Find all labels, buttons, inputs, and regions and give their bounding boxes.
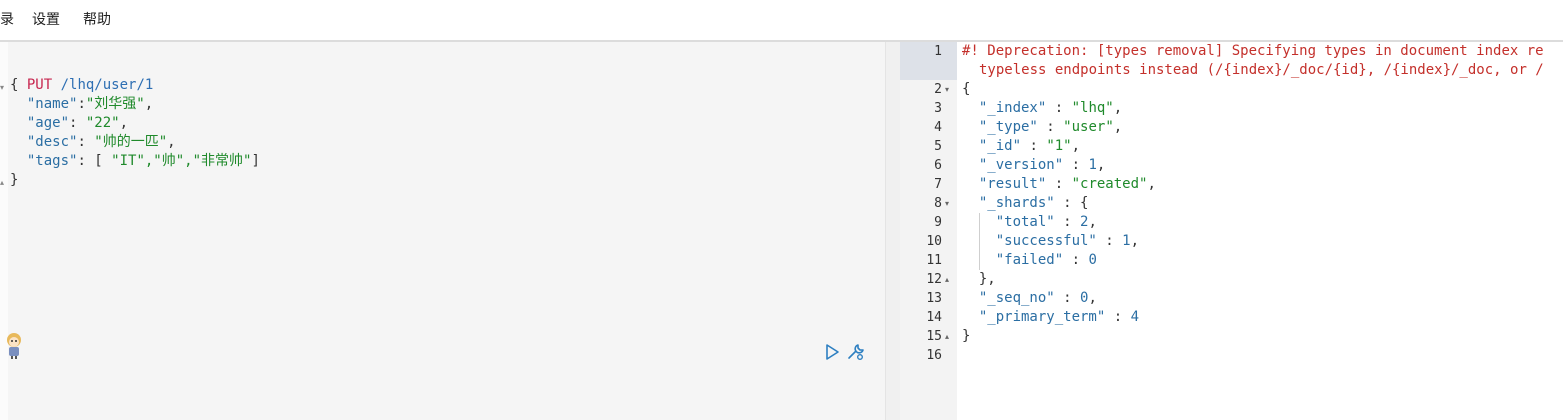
response-field: "failed" : 0	[995, 252, 1097, 268]
menu-item-settings[interactable]: 设置	[32, 10, 60, 30]
line-number: 3	[934, 101, 942, 116]
fold-toggle-icon[interactable]: ▾	[0, 78, 6, 97]
response-field: "_id" : "1",	[978, 138, 1081, 154]
request-field-name: "name":"刘华强",	[26, 96, 154, 112]
fold-end-icon[interactable]: ▴	[945, 327, 953, 346]
line-number: 6	[934, 158, 942, 173]
request-open-brace: {	[10, 77, 19, 93]
fold-toggle-icon[interactable]: ▾	[945, 194, 953, 213]
mascot-avatar	[3, 331, 25, 359]
line-number: 14	[926, 310, 942, 325]
request-path: /lhq/user/1	[60, 77, 154, 93]
response-field: "result" : "created",	[978, 176, 1156, 192]
request-close-brace: }	[10, 172, 19, 188]
line-number: 8	[934, 196, 942, 211]
line-number: 5	[934, 139, 942, 154]
response-field: "_seq_no" : 0,	[978, 290, 1097, 306]
request-field-age: "age": "22",	[26, 115, 129, 131]
line-number: 7	[934, 177, 942, 192]
response-field: "successful" : 1,	[995, 233, 1140, 249]
play-icon[interactable]	[822, 342, 842, 362]
wrench-icon[interactable]	[846, 342, 866, 362]
request-field-desc: "desc": "帅的一匹",	[26, 134, 176, 150]
response-open-brace: {	[962, 81, 971, 97]
line-number: 2	[934, 82, 942, 97]
line-number: 15	[926, 329, 942, 344]
deprecation-warning-cont: typeless endpoints instead (/{index}/_do…	[979, 62, 1544, 78]
line-number: 11	[926, 253, 942, 268]
request-line[interactable]: PUT /lhq/user/1	[10, 57, 153, 93]
menu-item-help[interactable]: 帮助	[83, 10, 111, 30]
pane-splitter[interactable]	[885, 42, 901, 420]
fold-end-icon[interactable]: ▴	[0, 173, 6, 192]
response-close-brace: }	[962, 328, 971, 344]
line-number: 16	[926, 348, 942, 363]
request-editor-gutter	[0, 42, 8, 420]
response-field: "_type" : "user",	[978, 119, 1123, 135]
deprecation-warning: #! Deprecation: [types removal] Specifyi…	[962, 43, 1544, 59]
response-field: "_index" : "lhq",	[978, 100, 1123, 116]
menu-bar: 录 设置 帮助	[0, 0, 1563, 41]
fold-end-icon[interactable]: ▴	[945, 270, 953, 289]
response-field: },	[978, 271, 996, 287]
response-field: "_primary_term" : 4	[978, 309, 1140, 325]
line-number: 13	[926, 291, 942, 306]
line-number: 12	[926, 272, 942, 287]
request-field-tags: "tags": [ "IT","帅","非常帅"]	[26, 153, 260, 169]
line-number: 9	[934, 215, 942, 230]
line-number: 4	[934, 120, 942, 135]
request-method: PUT	[26, 77, 53, 93]
response-field: "_shards" : {	[978, 195, 1089, 211]
line-number: 1	[934, 44, 942, 59]
fold-toggle-icon[interactable]: ▾	[945, 80, 953, 99]
line-number: 10	[926, 234, 942, 249]
menu-item-history[interactable]: 录	[0, 10, 14, 30]
response-field: "total" : 2,	[995, 214, 1097, 230]
response-field: "_version" : 1,	[978, 157, 1106, 173]
